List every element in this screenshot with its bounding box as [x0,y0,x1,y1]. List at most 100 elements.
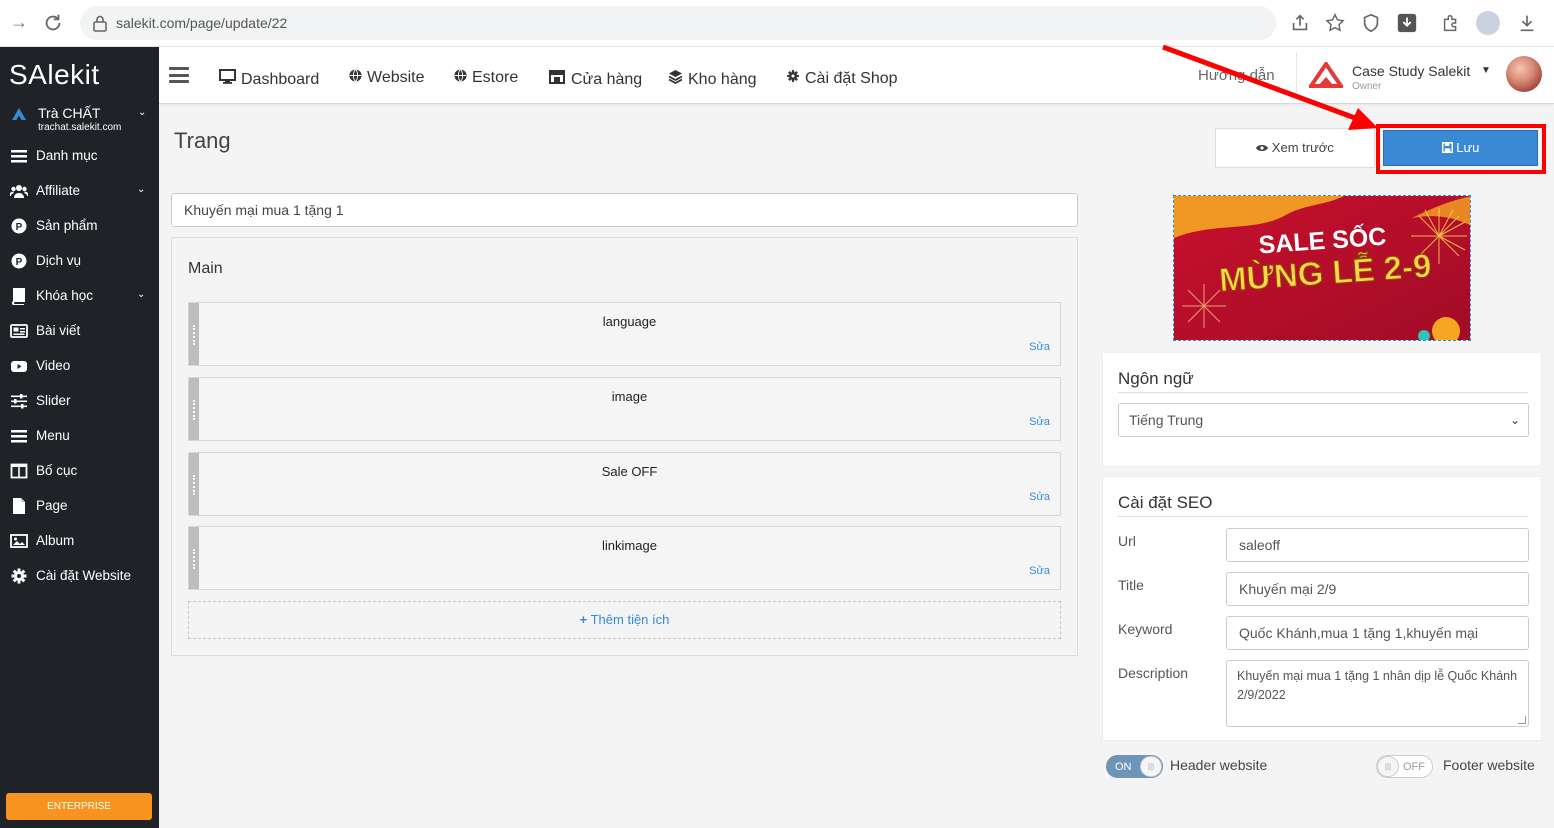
drag-handle[interactable] [189,378,199,440]
chevron-down-icon: ⌄ [137,289,146,300]
nav-cai-dat-shop[interactable]: Cài đặt Shop [786,69,898,88]
layers-icon [668,70,683,84]
profile-icon[interactable] [1476,11,1500,35]
downloads-icon[interactable] [1516,12,1538,34]
edit-link[interactable]: Sửa [1029,341,1050,353]
sidebar-item-label: Affiliate [36,183,81,198]
sidebar-item-bai-viet[interactable]: Bài viết [0,316,159,346]
address-bar[interactable]: salekit.com/page/update/22 [80,6,1276,40]
plan-badge[interactable]: ENTERPRISE [6,793,152,820]
sidebar-item-cai-dat-website[interactable]: Cài đặt Website [0,561,159,591]
toggle-state: OFF [1403,761,1425,773]
widget-name: linkimage [602,538,657,553]
eye-icon [1256,145,1269,151]
preview-button[interactable]: Xem trước [1215,128,1375,168]
forward-icon[interactable]: → [10,12,28,33]
caret-down-icon[interactable]: ▼ [1481,65,1491,76]
newspaper-icon [10,324,28,338]
sidebar-item-menu[interactable]: Menu [0,421,159,451]
url-label: Url [1118,533,1136,549]
widget-item[interactable]: linkimage Sửa [188,526,1061,590]
keyword-input[interactable]: Quốc Khánh,mua 1 tặng 1,khuyến mại [1226,616,1529,650]
avatar[interactable] [1506,56,1542,92]
description-textarea[interactable]: Khuyến mại mua 1 tặng 1 nhân dịp lễ Quốc… [1226,660,1529,727]
url-text: salekit.com/page/update/22 [116,15,288,31]
sidebar-item-album[interactable]: Album [0,526,159,556]
download-extension-icon[interactable] [1396,12,1418,34]
divider [1118,516,1528,517]
lock-icon [93,15,107,32]
sidebar-item-bo-cuc[interactable]: Bố cục [0,456,159,486]
widget-name: image [611,389,648,404]
header-toggle-label: Header website [1170,757,1268,773]
svg-text:P: P [16,257,23,268]
star-icon[interactable] [1324,12,1346,34]
salekit-logo[interactable]: SAlekit [9,59,100,91]
drag-handle[interactable] [189,453,199,515]
sidebar-item-label: Danh mục [36,148,98,163]
sidebar-item-page[interactable]: Page [0,491,159,521]
sidebar-item-video[interactable]: Video [0,351,159,381]
account-name[interactable]: Case Study Salekit [1352,63,1470,79]
language-select[interactable]: Tiếng Trung ⌄ [1118,403,1529,437]
sidebar-item-san-pham[interactable]: P Sản phẩm [0,211,159,241]
nav-label: Cài đặt Shop [805,70,898,87]
sidebar-item-dich-vu[interactable]: P Dịch vụ [0,246,159,276]
nav-label: Estore [472,69,519,86]
description-label: Description [1118,665,1189,681]
sidebar-item-label: Album [36,533,75,548]
chevron-down-icon: ⌄ [1509,413,1520,427]
page-name-input[interactable]: Khuyến mại mua 1 tặng 1 [171,193,1078,227]
add-widget-button[interactable]: + Thêm tiện ích [188,601,1061,639]
nav-estore[interactable]: Estore [454,69,518,87]
nav-label: Website [367,69,425,86]
hamburger-icon[interactable] [169,67,189,83]
floppy-icon [1441,142,1453,153]
widget-item[interactable]: Sale OFF Sửa [188,452,1061,516]
page-banner-image[interactable]: SALE SỐC MỪNG LỄ 2-9 [1173,195,1471,341]
edit-link[interactable]: Sửa [1029,491,1050,503]
seo-card: Cài đặt SEO Url saleoff Title Khuyến mại… [1102,476,1542,741]
edit-link[interactable]: Sửa [1029,565,1050,577]
globe-icon [454,69,467,82]
widget-item[interactable]: language Sửa [188,302,1061,366]
edit-link[interactable]: Sửa [1029,416,1050,428]
save-button[interactable]: Lưu [1383,130,1538,166]
language-card: Ngôn ngữ Tiếng Trung ⌄ [1102,352,1542,467]
drag-handle[interactable] [189,303,199,365]
description-text: Khuyến mại mua 1 tặng 1 nhân dịp lễ Quốc… [1237,669,1518,702]
service-icon: P [11,253,27,269]
plus-icon: + [579,612,588,627]
puzzle-icon[interactable] [1440,12,1462,34]
sidebar-item-label: Bố cục [36,463,78,478]
account-role: Owner [1352,81,1382,92]
footer-toggle[interactable]: ||| OFF [1376,755,1433,778]
globe-icon [349,69,362,82]
reload-icon[interactable] [42,12,64,34]
keyword-label: Keyword [1118,621,1173,637]
seo-title-input[interactable]: Khuyến mại 2/9 [1226,572,1529,606]
nav-kho-hang[interactable]: Kho hàng [668,69,757,89]
desktop-icon [219,69,236,84]
header-toggle[interactable]: ON ||| [1106,755,1163,778]
account-logo-icon [1309,62,1343,88]
guide-link[interactable]: Hướng dẫn [1198,67,1275,84]
shield-icon[interactable] [1360,12,1382,34]
resize-handle-icon[interactable] [1518,716,1526,724]
list-icon [11,150,27,163]
sidebar-item-slider[interactable]: Slider [0,386,159,416]
toggle-state: ON [1115,761,1132,773]
sidebar-item-affiliate[interactable]: Affiliate ⌄ [0,176,159,206]
widget-item[interactable]: image Sửa [188,377,1061,441]
sidebar-item-khoa-hoc[interactable]: Khóa học ⌄ [0,281,159,311]
drag-handle[interactable] [189,527,199,589]
divider [1296,53,1297,98]
nav-dashboard[interactable]: Dashboard [219,69,319,89]
share-icon[interactable] [1289,12,1311,34]
sidebar: SAlekit Trà CHẤT trachat.salekit.com ⌄ D… [0,47,159,828]
sidebar-item-danh-muc[interactable]: Danh mục [0,141,159,171]
book-icon [12,288,25,305]
url-input[interactable]: saleoff [1226,528,1529,562]
nav-website[interactable]: Website [349,69,425,87]
nav-cua-hang[interactable]: Cửa hàng [548,69,642,89]
